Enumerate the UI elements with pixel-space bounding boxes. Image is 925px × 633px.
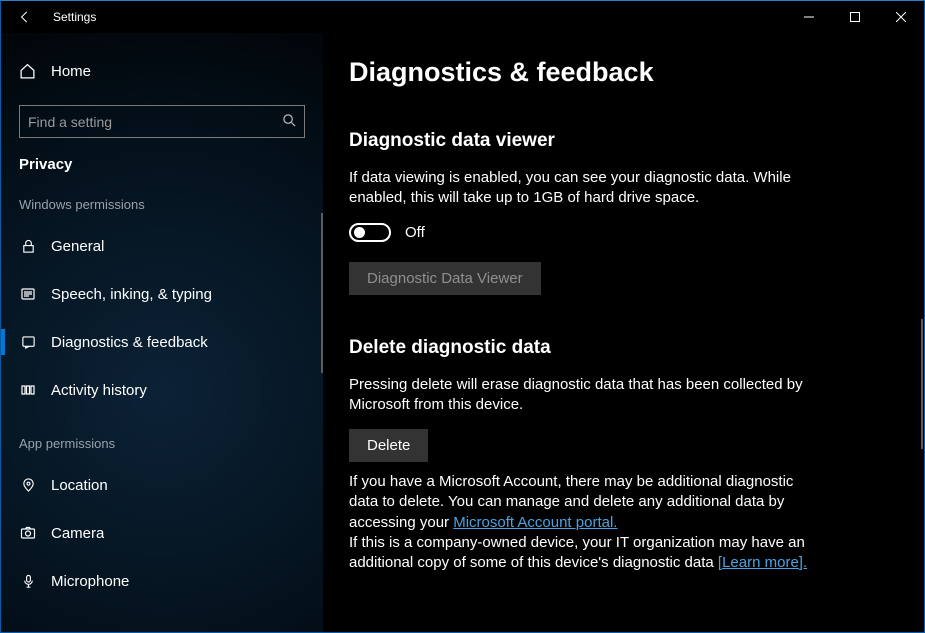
microsoft-account-portal-link[interactable]: Microsoft Account portal. (453, 514, 617, 531)
toggle-state-label: Off (405, 224, 425, 241)
sidebar: Home Privacy Windows permissions General… (1, 33, 323, 632)
home-icon (19, 63, 37, 80)
delete-extra-text: If you have a Microsoft Account, there m… (349, 472, 809, 573)
back-button[interactable] (19, 11, 31, 23)
title-bar: Settings (1, 1, 924, 33)
learn-more-link[interactable]: [Learn more]. (718, 554, 807, 571)
sidebar-item-label: Microphone (51, 573, 129, 590)
sidebar-item-activity-history[interactable]: Activity history (1, 366, 323, 414)
speech-icon (19, 286, 37, 302)
viewer-toggle[interactable] (349, 223, 391, 242)
feedback-icon (19, 335, 37, 350)
close-button[interactable] (878, 1, 924, 33)
sidebar-item-camera[interactable]: Camera (1, 509, 323, 557)
group-label: App permissions (1, 436, 323, 451)
sidebar-item-label: Location (51, 477, 108, 494)
section-title-viewer: Diagnostic data viewer (349, 130, 924, 152)
home-button[interactable]: Home (1, 51, 323, 91)
toggle-knob (354, 227, 365, 238)
sidebar-item-label: Activity history (51, 382, 147, 399)
content-pane: Diagnostics & feedback Diagnostic data v… (323, 33, 924, 632)
location-icon (19, 478, 37, 493)
sidebar-item-speech[interactable]: Speech, inking, & typing (1, 270, 323, 318)
section-body-delete: Pressing delete will erase diagnostic da… (349, 375, 809, 416)
home-label: Home (51, 63, 91, 80)
page-title: Diagnostics & feedback (349, 57, 924, 88)
window-title: Settings (53, 10, 96, 24)
minimize-button[interactable] (786, 1, 832, 33)
search-icon (282, 113, 297, 133)
search-input[interactable] (19, 105, 305, 138)
lock-icon (19, 239, 37, 254)
history-icon (19, 382, 37, 398)
sidebar-item-diagnostics[interactable]: Diagnostics & feedback (1, 318, 323, 366)
sidebar-item-label: Camera (51, 525, 104, 542)
diagnostic-data-viewer-button[interactable]: Diagnostic Data Viewer (349, 262, 541, 295)
maximize-button[interactable] (832, 1, 878, 33)
sidebar-item-label: Diagnostics & feedback (51, 334, 208, 351)
delete-button[interactable]: Delete (349, 429, 428, 462)
content-scrollbar[interactable] (921, 319, 923, 449)
sidebar-item-general[interactable]: General (1, 222, 323, 270)
section-body-viewer: If data viewing is enabled, you can see … (349, 168, 809, 209)
microphone-icon (19, 574, 37, 589)
sidebar-item-label: Speech, inking, & typing (51, 286, 212, 303)
sidebar-item-label: General (51, 238, 104, 255)
sidebar-item-microphone[interactable]: Microphone (1, 557, 323, 605)
section-title-delete: Delete diagnostic data (349, 337, 924, 359)
sidebar-section-label: Privacy (1, 156, 323, 173)
group-label: Windows permissions (1, 197, 323, 212)
sidebar-item-location[interactable]: Location (1, 461, 323, 509)
camera-icon (19, 525, 37, 541)
